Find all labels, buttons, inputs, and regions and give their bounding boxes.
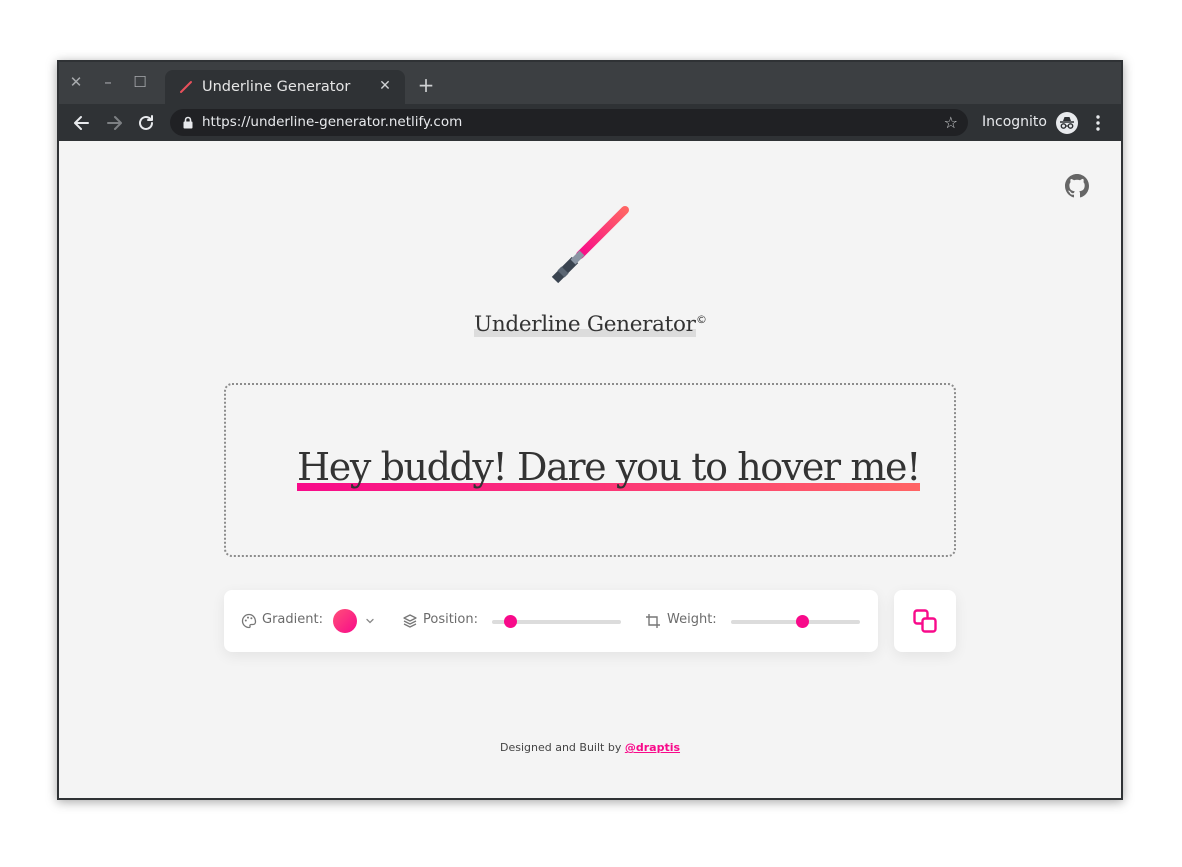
new-tab-plus-icon[interactable]: +	[415, 74, 437, 96]
browser-toolbar: https://underline-generator.netlify.com …	[59, 104, 1121, 141]
tab-title: Underline Generator	[202, 79, 351, 95]
lock-icon	[183, 116, 193, 129]
position-slider-thumb[interactable]	[504, 615, 518, 628]
browser-window: ✕ – ☐ Underline Generator ✕ + https://un…	[57, 60, 1123, 800]
address-bar[interactable]: https://underline-generator.netlify.com …	[170, 109, 968, 136]
chevron-down-icon[interactable]	[365, 615, 375, 627]
page-title: Underline Generator	[474, 312, 696, 337]
preview-text[interactable]: Hey buddy! Dare you to hover me!	[297, 443, 921, 491]
forward-arrow-icon[interactable]	[103, 112, 125, 134]
layers-icon	[403, 614, 417, 628]
copy-icon	[913, 609, 937, 633]
weight-slider[interactable]	[731, 615, 860, 628]
github-icon[interactable]	[1065, 174, 1089, 198]
crop-icon	[646, 614, 660, 628]
tab-underline-generator[interactable]: Underline Generator ✕	[165, 70, 405, 104]
position-label: Position:	[423, 612, 478, 627]
incognito-label: Incognito	[982, 114, 1047, 130]
maximize-icon[interactable]: ☐	[128, 70, 152, 94]
copyright-mark: ©	[696, 313, 707, 326]
preview-area: Hey buddy! Dare you to hover me!	[224, 383, 956, 557]
page-viewport: Underline Generator © Hey buddy! Dare yo…	[59, 141, 1121, 798]
palette-icon	[241, 613, 257, 629]
weight-label: Weight:	[667, 612, 717, 627]
weight-slider-thumb[interactable]	[795, 615, 809, 628]
author-link[interactable]: @draptis	[625, 741, 680, 754]
url-text[interactable]: https://underline-generator.netlify.com	[202, 114, 462, 130]
gradient-label: Gradient:	[262, 612, 323, 627]
lightsaber-logo-icon	[551, 206, 629, 284]
star-icon[interactable]: ☆	[944, 113, 958, 133]
position-slider[interactable]	[492, 615, 621, 628]
vertical-dots-menu-icon[interactable]	[1091, 113, 1105, 133]
minimize-icon[interactable]: –	[96, 70, 120, 94]
reload-icon[interactable]	[135, 112, 157, 134]
tab-strip: ✕ – ☐ Underline Generator ✕ +	[59, 62, 1121, 104]
footer-text: Designed and Built by	[499, 741, 622, 754]
footer: Designed and Built by @draptis	[59, 741, 1121, 754]
tab-close-icon[interactable]: ✕	[375, 76, 395, 96]
controls-panel: Gradient: Position: Weight:	[224, 590, 878, 652]
copy-button[interactable]	[894, 590, 956, 652]
lightsaber-favicon-icon	[180, 81, 192, 93]
back-arrow-icon[interactable]	[71, 112, 93, 134]
gradient-swatch[interactable]	[333, 609, 357, 633]
incognito-icon[interactable]	[1055, 111, 1079, 135]
close-window-icon[interactable]: ✕	[64, 70, 88, 94]
